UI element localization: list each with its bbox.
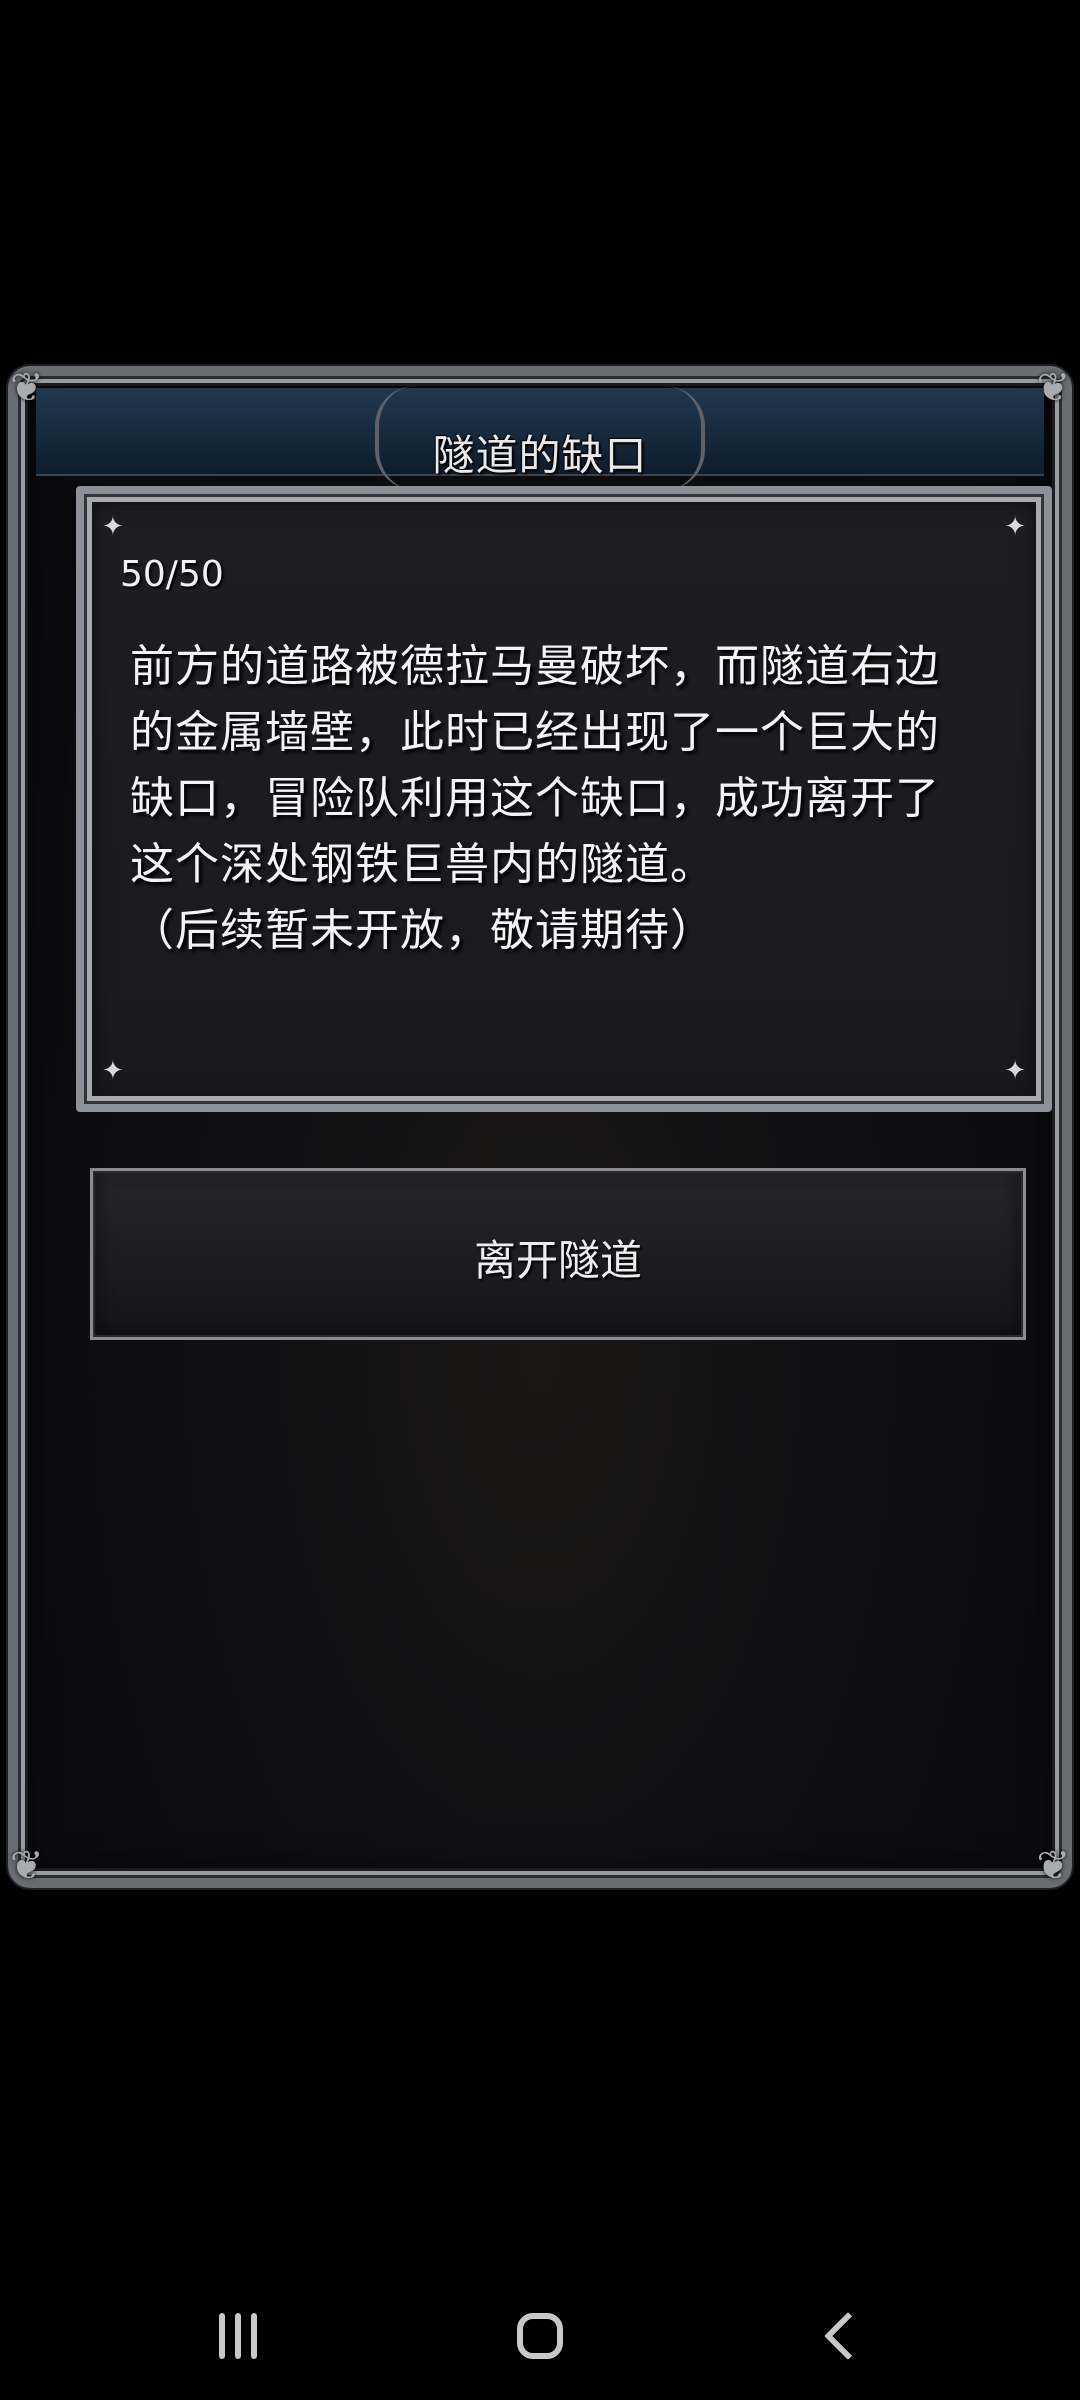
story-line: 这个深处钢铁巨兽内的隧道。 (130, 839, 715, 890)
frame-ornament-icon: ❦ (1036, 1843, 1070, 1889)
back-button[interactable] (797, 2300, 887, 2372)
leave-tunnel-button[interactable]: 离开隧道 (90, 1168, 1026, 1340)
dialog-title: 隧道的缺口 (432, 431, 648, 480)
sparkle-icon: ✦ (102, 512, 124, 542)
back-icon (823, 2311, 873, 2361)
title-band: 隧道的缺口 (36, 386, 1044, 490)
progress-counter: 50/50 (120, 554, 224, 595)
sparkle-icon: ✦ (1004, 512, 1026, 542)
sparkle-icon: ✦ (1004, 1056, 1026, 1086)
leave-tunnel-label: 离开隧道 (473, 1236, 642, 1285)
recents-button[interactable] (193, 2300, 283, 2372)
story-text: 前方的道路被德拉马曼破坏，而隧道右边 的金属墙壁，此时已经出现了一个巨大的 缺口… (130, 634, 1000, 964)
frame-ornament-icon: ❦ (10, 1843, 44, 1889)
system-nav-bar (0, 2272, 1080, 2400)
home-button[interactable] (495, 2300, 585, 2372)
event-dialog: ❦ ❦ ❦ ❦ 隧道的缺口 ✦ ✦ ✦ ✦ 50/50 前方的道路被德拉马曼破坏… (8, 366, 1072, 1888)
home-icon (517, 2313, 563, 2359)
story-line: 缺口，冒险队利用这个缺口，成功离开了 (130, 773, 940, 824)
recents-icon (219, 2313, 257, 2359)
story-line: （后续暂未开放，敬请期待） (130, 905, 715, 956)
sparkle-icon: ✦ (102, 1056, 124, 1086)
story-line: 的金属墙壁，此时已经出现了一个巨大的 (130, 707, 940, 758)
story-panel: ✦ ✦ ✦ ✦ 50/50 前方的道路被德拉马曼破坏，而隧道右边 的金属墙壁，此… (76, 486, 1052, 1112)
story-line: 前方的道路被德拉马曼破坏，而隧道右边 (130, 641, 940, 692)
